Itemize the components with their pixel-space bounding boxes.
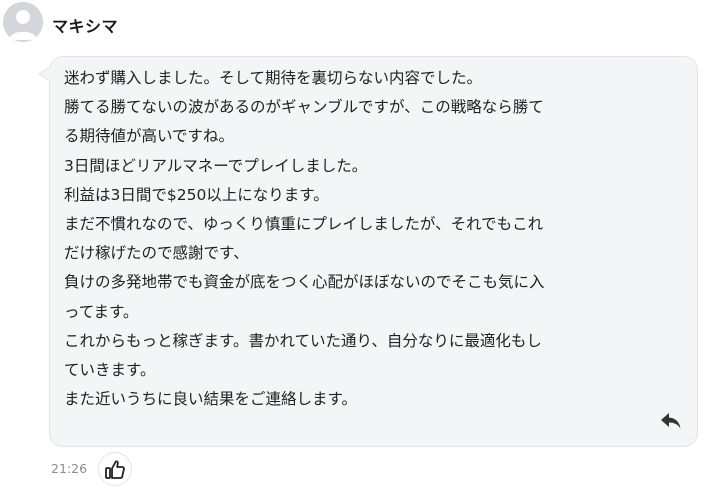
comment-body: 迷わず購入しました。そして期待を裏切らない内容でした。 勝てる勝てないの波がある… — [64, 64, 683, 414]
comment-line: る期待値が高いですね。 — [64, 127, 235, 146]
bubble-tail-fill — [40, 67, 50, 81]
comment-line: 利益は3日間で$250以上になります。 — [64, 185, 329, 204]
comment-line: 負けの多発地帯でも資金が底をつく心配がほぼないのでそこも気に入 — [64, 273, 545, 292]
comment-line: 勝てる勝てないの波があるのがギャンブルですが、この戦略なら勝て — [64, 98, 544, 117]
comment-timestamp: 21:26 — [51, 461, 88, 476]
like-button[interactable] — [98, 452, 132, 486]
comment-line: 3日間ほどリアルマネーでプレイしました。 — [64, 156, 368, 175]
author-name[interactable]: マキシマ — [52, 13, 118, 37]
reply-arrow-icon — [661, 413, 681, 429]
comment-line: ていきます。 — [64, 361, 156, 380]
comment-line: また近いうちに良い結果をご連絡します。 — [64, 390, 357, 409]
thumbs-up-icon — [105, 460, 125, 479]
comment-line: これからもっと稼ぎます。書かれていた通り、自分なりに最適化もし — [64, 331, 542, 350]
comment-line: 迷わず購入しました。そして期待を裏切らない内容でした。 — [64, 69, 483, 87]
comment-line: だけ稼げたので感謝です、 — [64, 244, 249, 263]
comment-bubble: 迷わず購入しました。そして期待を裏切らない内容でした。 勝てる勝てないの波がある… — [49, 56, 698, 447]
comment-line: まだ不慣れなので、ゆっくり慎重にプレイしましたが、それでもこれ — [64, 215, 544, 234]
avatar[interactable] — [3, 2, 43, 42]
default-user-avatar-icon — [3, 2, 43, 42]
comment-line: ってます。 — [64, 302, 139, 321]
reply-button[interactable] — [660, 412, 682, 430]
